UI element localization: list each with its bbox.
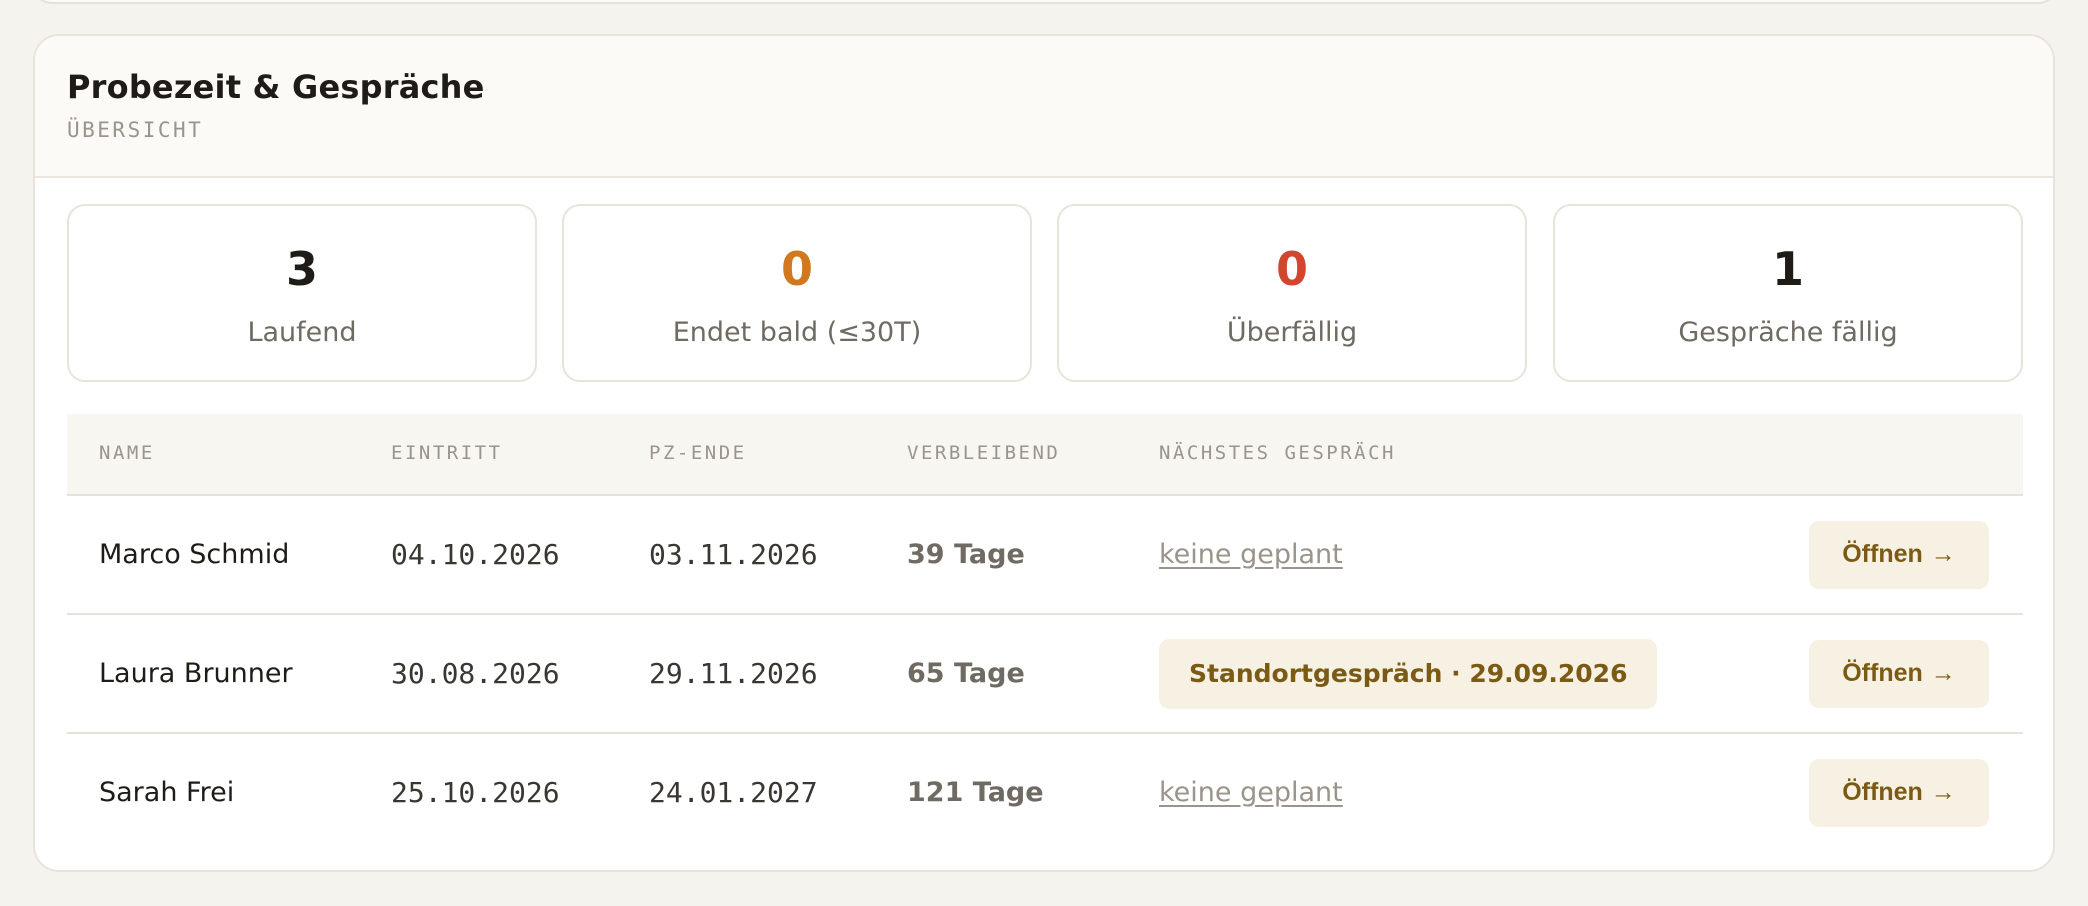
stat-value: 1 [1771,242,1804,296]
action-cell: Öffnen → [67,496,2023,613]
meeting-badge[interactable]: Standortgespräch · 29.09.2026 [1159,638,1658,709]
pz-ende-date: 24.01.2027 [649,776,818,809]
employee-name: Sarah Frei [99,777,235,808]
arrow-right-icon: → [1930,778,1956,806]
column-header-naechstes-gespraech: NÄCHSTES GESPRÄCH [1159,442,1396,464]
stat-value: 0 [780,242,813,296]
stat-endet-bald: 0 Endet bald (≤30T) [562,204,1032,382]
column-header-verbleibend: VERBLEIBEND [907,442,1061,464]
probation-table: NAME EINTRITT PZ-ENDE VERBLEIBEND NÄCHST… [67,414,2023,853]
next-meeting-cell: keine geplant [1159,734,1343,851]
table-row: Laura Brunner 30.08.2026 29.11.2026 65 T… [67,615,2023,734]
stat-ueberfaellig: 0 Überfällig [1057,204,1527,382]
eintritt-date: 04.10.2026 [391,538,560,571]
pz-ende-date: 03.11.2026 [649,538,818,571]
action-cell: Öffnen → [67,615,2023,732]
open-button-label: Öffnen [1842,778,1923,806]
stat-label: Endet bald (≤30T) [672,317,922,348]
eintritt-date: 25.10.2026 [391,776,560,809]
column-header-eintritt: EINTRITT [391,442,503,464]
open-button[interactable]: Öffnen → [1809,520,1989,589]
stats-row: 3 Laufend 0 Endet bald (≤30T) 0 Überfäll… [67,204,2023,382]
stat-gespraeche-faellig: 1 Gespräche fällig [1553,204,2023,382]
stat-label: Gespräche fällig [1678,317,1898,348]
stat-label: Laufend [247,317,357,348]
probation-card: Probezeit & Gespräche ÜBERSICHT 3 Laufen… [33,34,2055,872]
card-subtitle: ÜBERSICHT [67,118,204,142]
table-row: Sarah Frei 25.10.2026 24.01.2027 121 Tag… [67,734,2023,853]
column-header-name: NAME [99,442,155,464]
open-button[interactable]: Öffnen → [1809,639,1989,708]
column-header-pz-ende: PZ-ENDE [649,442,747,464]
remaining-days: 39 Tage [907,539,1025,570]
eintritt-date: 30.08.2026 [391,657,560,690]
stat-value: 0 [1275,242,1308,296]
employee-name: Laura Brunner [99,658,293,689]
card-title: Probezeit & Gespräche [67,68,485,106]
card-header: Probezeit & Gespräche ÜBERSICHT [35,36,2053,178]
previous-card-edge [32,0,2058,4]
schedule-meeting-link[interactable]: keine geplant [1159,777,1343,808]
remaining-days: 121 Tage [907,777,1044,808]
open-button-label: Öffnen [1842,659,1923,687]
stat-laufend: 3 Laufend [67,204,537,382]
open-button-label: Öffnen [1842,540,1923,568]
action-cell: Öffnen → [67,734,2023,851]
pz-ende-date: 29.11.2026 [649,657,818,690]
arrow-right-icon: → [1930,659,1956,687]
arrow-right-icon: → [1930,540,1956,568]
employee-name: Marco Schmid [99,539,290,570]
open-button[interactable]: Öffnen → [1809,758,1989,827]
next-meeting-cell: Standortgespräch · 29.09.2026 [1159,615,1658,732]
schedule-meeting-link[interactable]: keine geplant [1159,539,1343,570]
stat-label: Überfällig [1226,317,1358,348]
stat-value: 3 [285,242,318,296]
table-row: Marco Schmid 04.10.2026 03.11.2026 39 Ta… [67,496,2023,615]
table-header: NAME EINTRITT PZ-ENDE VERBLEIBEND NÄCHST… [67,414,2023,496]
next-meeting-cell: keine geplant [1159,496,1343,613]
remaining-days: 65 Tage [907,658,1025,689]
